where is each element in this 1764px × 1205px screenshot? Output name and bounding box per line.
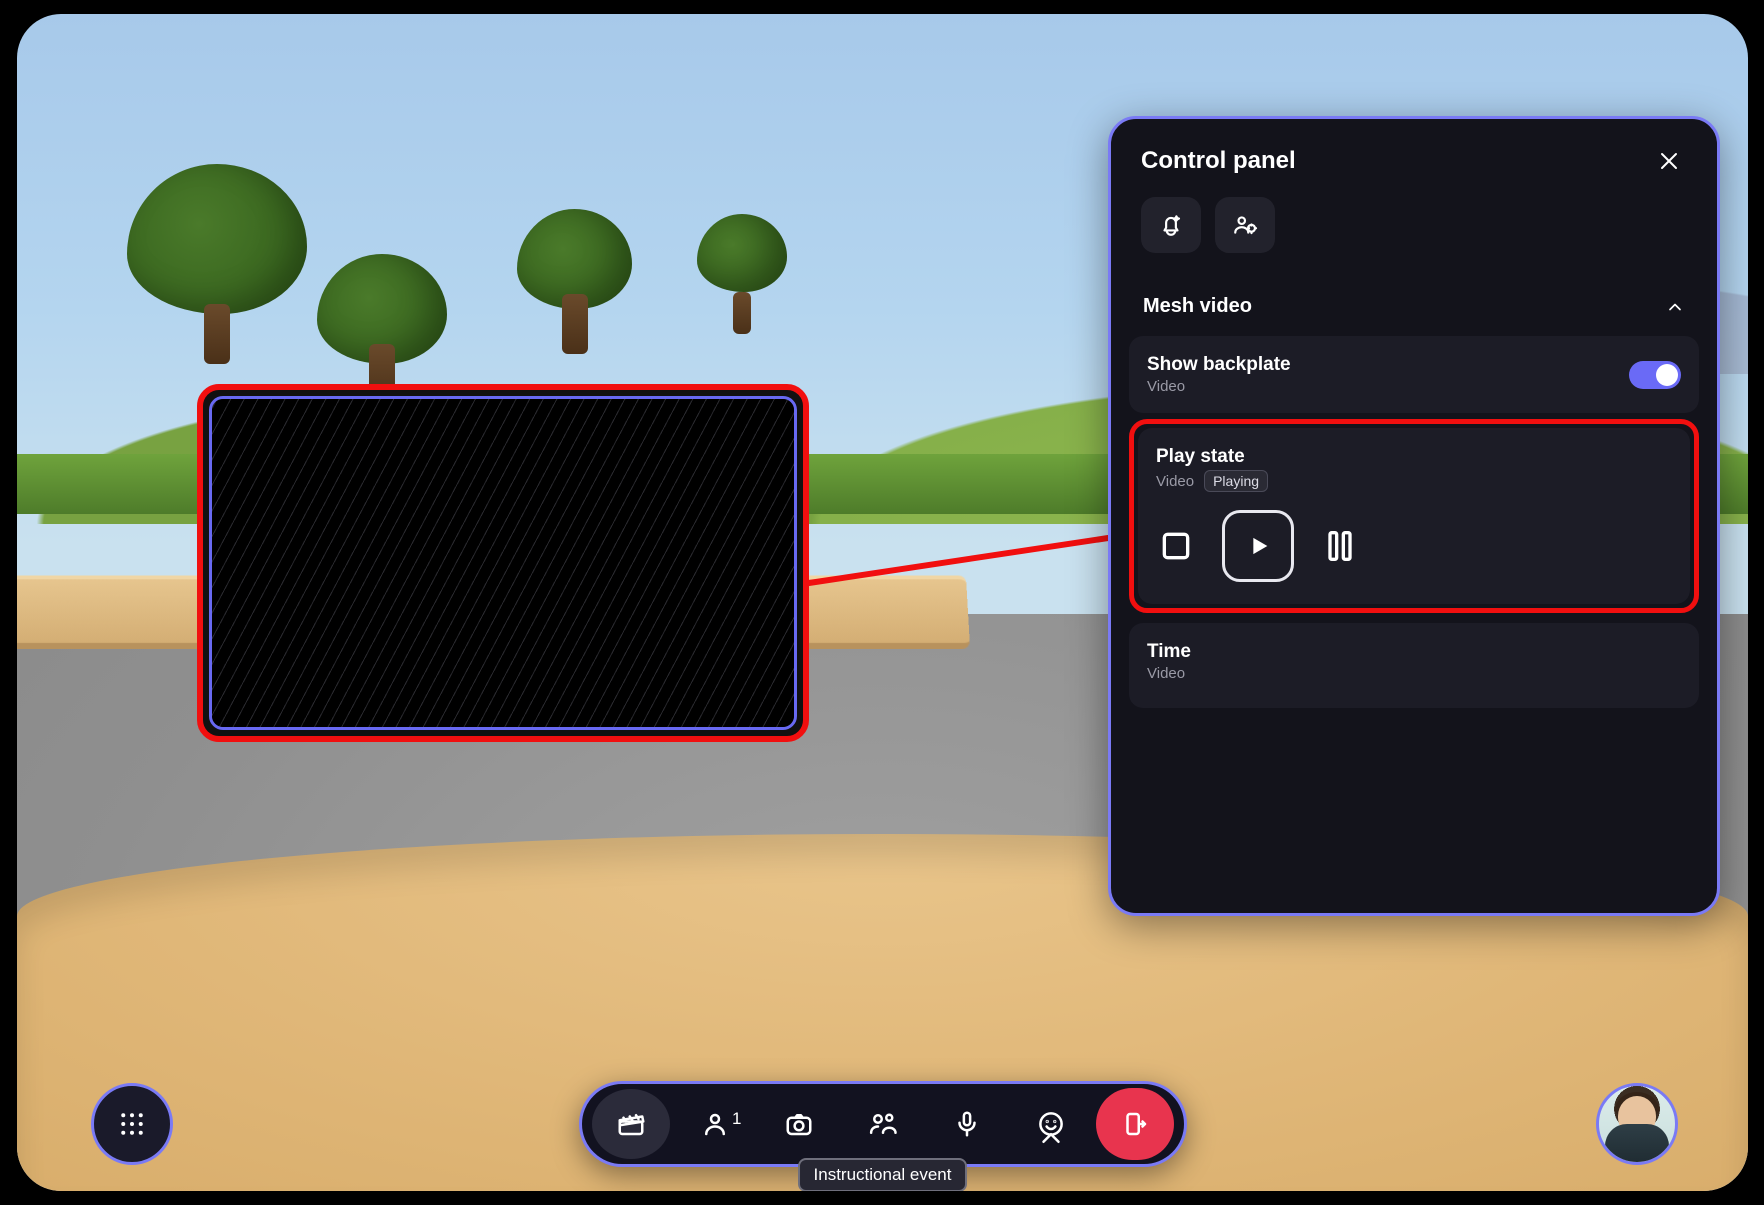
time-sublabel: Video — [1147, 665, 1681, 682]
backplate-toggle[interactable] — [1629, 361, 1681, 389]
video-screen[interactable] — [209, 396, 797, 730]
toolbar-tooltip: Instructional event — [798, 1158, 968, 1191]
playstate-label: Play state — [1156, 446, 1672, 468]
share-button[interactable] — [844, 1089, 922, 1159]
notifications-tool-button[interactable] — [1141, 197, 1201, 253]
time-label: Time — [1147, 641, 1681, 663]
close-icon — [1657, 149, 1681, 173]
people-button[interactable]: 1 — [676, 1089, 754, 1159]
stop-button[interactable] — [1156, 526, 1196, 566]
time-card: Time Video — [1129, 623, 1699, 708]
chevron-up-icon — [1665, 297, 1685, 317]
play-icon — [1244, 532, 1272, 560]
reactions-button[interactable] — [1012, 1089, 1090, 1159]
avatar-button[interactable] — [1596, 1083, 1678, 1165]
mesh-video-section-header[interactable]: Mesh video — [1129, 283, 1699, 330]
show-backplate-card: Show backplate Video — [1129, 336, 1699, 413]
playstate-sublabel: Video — [1156, 473, 1194, 490]
play-state-card: Play state Video Playing — [1138, 428, 1690, 604]
section-title: Mesh video — [1143, 295, 1252, 318]
video-content-texture — [212, 399, 794, 727]
people-settings-icon — [1232, 212, 1258, 238]
chevron-up-icon — [1036, 1123, 1066, 1153]
mic-button[interactable] — [928, 1089, 1006, 1159]
play-button[interactable] — [1222, 510, 1294, 582]
video-screen-callout — [197, 384, 809, 742]
tree — [697, 214, 787, 334]
panel-title: Control panel — [1141, 147, 1296, 175]
tree — [127, 164, 307, 364]
play-state-card-callout: Play state Video Playing — [1129, 419, 1699, 613]
bottom-toolbar: 1 — [579, 1081, 1187, 1167]
clapperboard-icon — [616, 1109, 646, 1139]
bell-sparkle-icon — [1158, 212, 1184, 238]
pause-icon — [1320, 526, 1360, 566]
backplate-sublabel: Video — [1147, 378, 1291, 395]
leave-door-icon — [1120, 1109, 1150, 1139]
camera-icon — [784, 1109, 814, 1139]
leave-button[interactable] — [1096, 1088, 1174, 1160]
tree — [517, 209, 632, 354]
people-share-icon — [868, 1109, 898, 1139]
playstate-status-badge: Playing — [1204, 470, 1268, 492]
clapper-button[interactable] — [592, 1089, 670, 1159]
pause-button[interactable] — [1320, 526, 1360, 566]
stop-icon — [1156, 526, 1196, 566]
participants-tool-button[interactable] — [1215, 197, 1275, 253]
camera-button[interactable] — [760, 1089, 838, 1159]
backplate-label: Show backplate — [1147, 354, 1291, 376]
avatar-body — [1605, 1124, 1669, 1165]
grid-dots-icon — [117, 1109, 147, 1139]
control-panel: Control panel Mesh video — [1108, 116, 1720, 916]
microphone-icon — [952, 1109, 982, 1139]
tree — [317, 254, 447, 404]
people-count: 1 — [732, 1109, 741, 1129]
person-icon — [700, 1109, 730, 1139]
app-grid-button[interactable] — [91, 1083, 173, 1165]
world-3d-view: Control panel Mesh video — [17, 14, 1748, 1191]
close-button[interactable] — [1651, 143, 1687, 179]
